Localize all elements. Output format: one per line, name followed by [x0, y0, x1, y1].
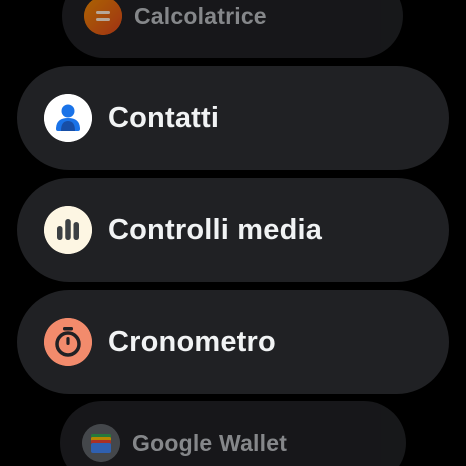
app-label: Contatti: [108, 101, 220, 134]
wallet-icon: [82, 424, 120, 462]
app-item-contatti[interactable]: Contatti: [17, 66, 449, 170]
watch-screen: Calcolatrice Contatti Controlli media Cr…: [0, 0, 466, 466]
calculator-icon: [84, 0, 122, 35]
media-equalizer-icon: [44, 206, 92, 254]
app-label: Calcolatrice: [134, 2, 267, 29]
app-item-google-wallet[interactable]: Google Wallet: [60, 401, 406, 466]
app-item-calcolatrice[interactable]: Calcolatrice: [62, 0, 403, 58]
stopwatch-icon: [44, 318, 92, 366]
app-label: Cronometro: [108, 325, 276, 358]
app-item-cronometro[interactable]: Cronometro: [17, 290, 449, 394]
contact-person-icon: [44, 94, 92, 142]
app-label: Google Wallet: [132, 429, 288, 456]
app-item-controlli-media[interactable]: Controlli media: [17, 178, 449, 282]
app-label: Controlli media: [108, 213, 323, 246]
